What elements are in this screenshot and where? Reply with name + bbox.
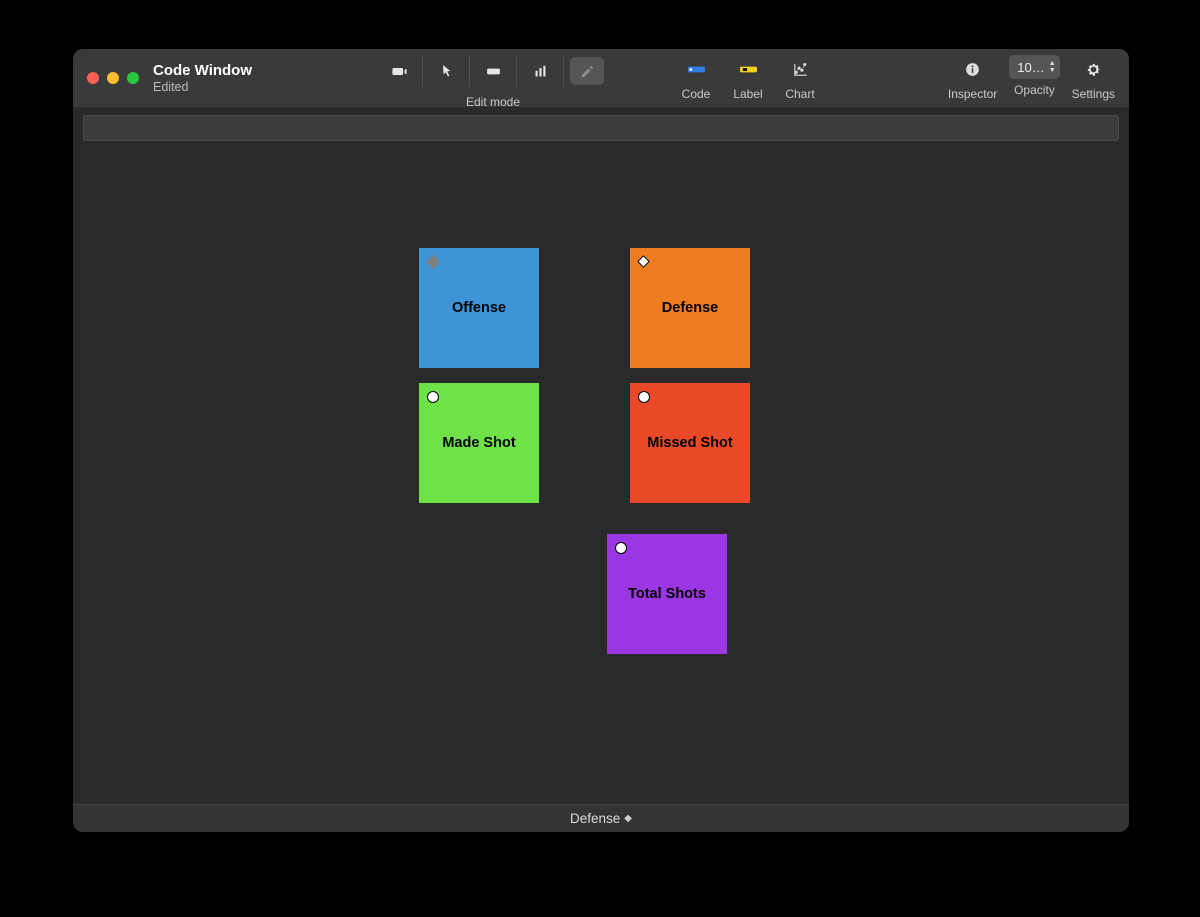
pointer-icon — [438, 63, 455, 80]
keyboard-icon — [485, 63, 502, 80]
pencil-icon — [579, 63, 596, 80]
video-camera-icon — [391, 63, 408, 80]
traffic-lights — [87, 72, 139, 84]
inspector-button[interactable]: Inspector — [948, 55, 997, 101]
node-marker-icon — [615, 542, 627, 554]
node-label: Total Shots — [628, 586, 706, 602]
toolbar-center: Edit mode Code Label — [376, 55, 826, 101]
node-marker-icon — [638, 391, 650, 403]
edit-mode-label: Edit mode — [376, 95, 610, 109]
window-title: Code Window — [153, 62, 252, 80]
window-subtitle: Edited — [153, 80, 252, 95]
bar-chart-icon — [532, 63, 549, 80]
chart-type-label: Chart — [785, 87, 814, 101]
edit-mode-group: Edit mode — [376, 55, 610, 87]
opacity-control[interactable]: 10… ▲ ▼ Opacity — [1009, 55, 1059, 97]
node-total-shots[interactable]: Total Shots — [607, 534, 727, 654]
titlebar: Code Window Edited — [73, 49, 1129, 107]
code-type-button[interactable]: Code — [670, 55, 722, 101]
gear-icon — [1085, 61, 1102, 78]
node-label: Made Shot — [442, 435, 515, 451]
node-defense[interactable]: Defense — [630, 248, 750, 368]
status-label: Defense — [570, 811, 620, 826]
label-type-button[interactable]: Label — [722, 55, 774, 101]
window-title-block: Code Window Edited — [153, 62, 252, 95]
node-label: Offense — [452, 300, 506, 316]
chart-mode-button[interactable] — [523, 57, 557, 85]
node-marker-icon — [637, 255, 650, 268]
diamond-icon: ◆ — [624, 813, 632, 824]
node-made-shot[interactable]: Made Shot — [419, 383, 539, 503]
opacity-value: 10… — [1017, 60, 1044, 75]
minimize-icon[interactable] — [107, 72, 119, 84]
close-icon[interactable] — [87, 72, 99, 84]
pointer-mode-button[interactable] — [429, 57, 463, 85]
node-offense[interactable]: Offense — [419, 248, 539, 368]
label-swatch-icon — [740, 61, 757, 78]
toolbar-right: Inspector 10… ▲ ▼ Opacity Settings — [948, 55, 1115, 101]
search-bar[interactable] — [83, 115, 1119, 141]
opacity-label: Opacity — [1014, 83, 1055, 97]
code-canvas[interactable]: Offense Defense Made Shot Missed Shot To… — [73, 141, 1129, 804]
opacity-stepper[interactable]: ▲ ▼ — [1049, 60, 1056, 74]
chevron-up-icon[interactable]: ▲ — [1049, 60, 1056, 67]
node-label: Missed Shot — [647, 435, 732, 451]
node-marker-icon — [426, 255, 440, 269]
code-swatch-icon — [688, 61, 705, 78]
status-bar: Defense ◆ — [73, 804, 1129, 832]
info-icon — [964, 61, 981, 78]
chart-type-button[interactable]: Chart — [774, 55, 826, 101]
node-marker-icon — [427, 391, 439, 403]
node-label: Defense — [662, 300, 718, 316]
zoom-icon[interactable] — [127, 72, 139, 84]
draw-mode-button[interactable] — [570, 57, 604, 85]
keyboard-mode-button[interactable] — [476, 57, 510, 85]
app-window: Code Window Edited — [73, 49, 1129, 832]
type-group: Code Label — [670, 55, 826, 101]
label-type-label: Label — [733, 87, 762, 101]
node-missed-shot[interactable]: Missed Shot — [630, 383, 750, 503]
edge-layer — [73, 141, 373, 291]
scatter-icon — [792, 61, 809, 78]
camera-mode-button[interactable] — [382, 57, 416, 85]
inspector-label: Inspector — [948, 87, 997, 101]
chevron-down-icon[interactable]: ▼ — [1049, 67, 1056, 74]
settings-button[interactable]: Settings — [1072, 55, 1115, 101]
settings-label: Settings — [1072, 87, 1115, 101]
code-type-label: Code — [682, 87, 711, 101]
